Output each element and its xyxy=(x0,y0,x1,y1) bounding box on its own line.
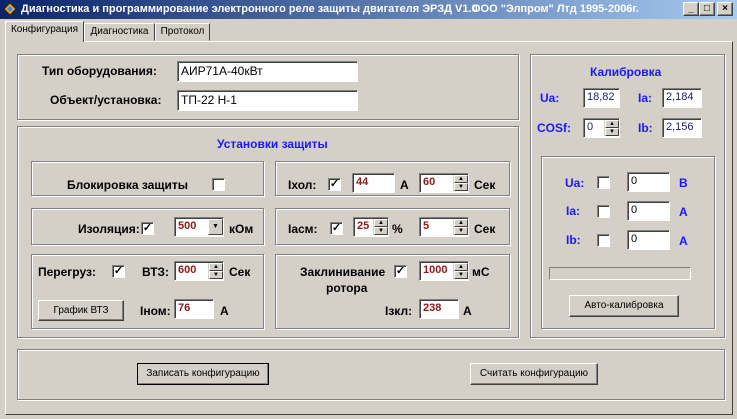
graph-vtz-button[interactable]: График ВТЗ xyxy=(38,300,124,321)
iasm-unit: % xyxy=(392,222,403,236)
auto-calibration-button[interactable]: Авто-калибровка xyxy=(569,295,679,317)
close-button[interactable]: × xyxy=(717,2,733,16)
rotor-jam-label-line1: Заклинивание xyxy=(300,265,386,279)
ixol-time-unit: Сек xyxy=(474,178,496,192)
window-company: ООО "Элпром" Лтд 1995-2006г. xyxy=(472,3,639,15)
cal-ia-checkbox[interactable] xyxy=(597,205,610,218)
cal-ua-checkbox[interactable] xyxy=(597,176,610,189)
ia-label: Ia: xyxy=(638,91,653,105)
cal-ia-unit: А xyxy=(679,205,688,219)
iasm-label: Iасм: xyxy=(288,222,318,236)
iasm-time-spinner[interactable]: ▲ ▼ xyxy=(453,219,468,235)
tab-diagnostics[interactable]: Диагностика xyxy=(84,23,155,41)
equipment-type-field[interactable]: АИР71А-40кВт xyxy=(177,61,358,82)
cal-ia-field[interactable]: 0 xyxy=(627,201,670,221)
ixol-unit: А xyxy=(400,178,409,192)
vtz-spinner[interactable]: ▲ ▼ xyxy=(208,263,223,279)
ixol-label: Iхол: xyxy=(288,178,317,192)
ib-field: 2,156 xyxy=(662,118,702,138)
object-field[interactable]: ТП-22 Н-1 xyxy=(177,90,358,111)
window-title: Диагностика и программирование электронн… xyxy=(21,3,478,15)
inom-label: Iном: xyxy=(140,304,171,318)
spin-down-icon[interactable]: ▼ xyxy=(605,128,619,136)
tab-configuration[interactable]: Конфигурация xyxy=(5,21,84,42)
cal-ua-field[interactable]: 0 xyxy=(627,172,670,192)
cal-ua-label: Ua: xyxy=(565,176,585,190)
iasm-time-unit: Сек xyxy=(474,222,496,236)
calibration-progress-bar xyxy=(549,267,691,280)
ixol-checkbox[interactable]: ✓ xyxy=(328,178,341,191)
iasm-checkbox[interactable]: ✓ xyxy=(330,222,343,235)
isolation-label: Изоляция: xyxy=(78,222,140,236)
spin-down-icon[interactable]: ▼ xyxy=(374,227,388,235)
block-protection-checkbox[interactable] xyxy=(212,178,225,191)
calibration-title: Калибровка xyxy=(590,65,662,79)
object-label: Объект/установка: xyxy=(50,93,162,107)
spin-up-icon[interactable]: ▲ xyxy=(454,263,468,271)
title-bar: Диагностика и программирование электронн… xyxy=(0,0,737,19)
inom-unit: А xyxy=(220,304,229,318)
spin-down-icon[interactable]: ▼ xyxy=(209,271,223,279)
ib-label: Ib: xyxy=(638,121,653,135)
vtz-label: ВТЗ: xyxy=(142,265,170,279)
cal-ua-unit: В xyxy=(679,176,688,190)
ixol-time-spinner[interactable]: ▲ ▼ xyxy=(453,175,468,191)
spin-up-icon[interactable]: ▲ xyxy=(374,219,388,227)
maximize-button[interactable]: □ xyxy=(699,2,715,16)
write-config-button[interactable]: Записать конфигурацию xyxy=(137,363,269,385)
vtz-unit: Сек xyxy=(229,265,251,279)
overload-checkbox[interactable]: ✓ xyxy=(112,265,125,278)
block-protection-label: Блокировка защиты xyxy=(67,178,188,192)
tab-protocol[interactable]: Протокол xyxy=(155,23,210,41)
cosf-spinner[interactable]: ▲ ▼ xyxy=(604,120,619,136)
iasm-spinner[interactable]: ▲ ▼ xyxy=(373,219,388,235)
izkl-field[interactable]: 238 xyxy=(419,299,459,319)
rotor-jam-unit: мС xyxy=(472,265,490,279)
spin-down-icon[interactable]: ▼ xyxy=(454,183,468,191)
rotor-jam-label-line2: ротора xyxy=(326,281,368,295)
ua-field: 18,82 xyxy=(583,88,620,108)
cal-ia-label: Ia: xyxy=(566,204,581,218)
isolation-dropdown-icon[interactable]: ▼ xyxy=(208,219,223,235)
cal-ib-checkbox[interactable] xyxy=(597,234,610,247)
overload-label: Перегруз: xyxy=(38,265,96,279)
cosf-label: COSf: xyxy=(537,121,571,135)
app-icon xyxy=(3,2,17,16)
equipment-type-label: Тип оборудования: xyxy=(42,64,157,78)
spin-down-icon[interactable]: ▼ xyxy=(454,271,468,279)
spin-down-icon[interactable]: ▼ xyxy=(454,227,468,235)
cal-ib-field[interactable]: 0 xyxy=(627,230,670,250)
ia-field: 2,184 xyxy=(662,88,702,108)
minimize-button[interactable]: _ xyxy=(683,2,699,16)
spin-up-icon[interactable]: ▲ xyxy=(605,120,619,128)
protection-title: Установки защиты xyxy=(217,137,328,151)
isolation-unit: кОм xyxy=(229,222,254,236)
izkl-unit: А xyxy=(463,304,472,318)
isolation-checkbox[interactable]: ✓ xyxy=(141,222,154,235)
spin-up-icon[interactable]: ▲ xyxy=(454,175,468,183)
izkl-label: Iзкл: xyxy=(385,304,413,318)
spin-up-icon[interactable]: ▲ xyxy=(454,219,468,227)
spin-up-icon[interactable]: ▲ xyxy=(209,263,223,271)
rotor-jam-checkbox[interactable]: ✓ xyxy=(394,265,407,278)
read-config-button[interactable]: Считать конфигурацию xyxy=(470,363,598,385)
ixol-field[interactable]: 44 xyxy=(352,173,395,193)
cal-ib-label: Ib: xyxy=(566,233,581,247)
footer-group xyxy=(17,349,725,400)
rotor-jam-spinner[interactable]: ▲ ▼ xyxy=(453,263,468,279)
inom-field[interactable]: 76 xyxy=(174,299,214,319)
ua-label: Ua: xyxy=(540,91,560,105)
cal-ib-unit: А xyxy=(679,234,688,248)
